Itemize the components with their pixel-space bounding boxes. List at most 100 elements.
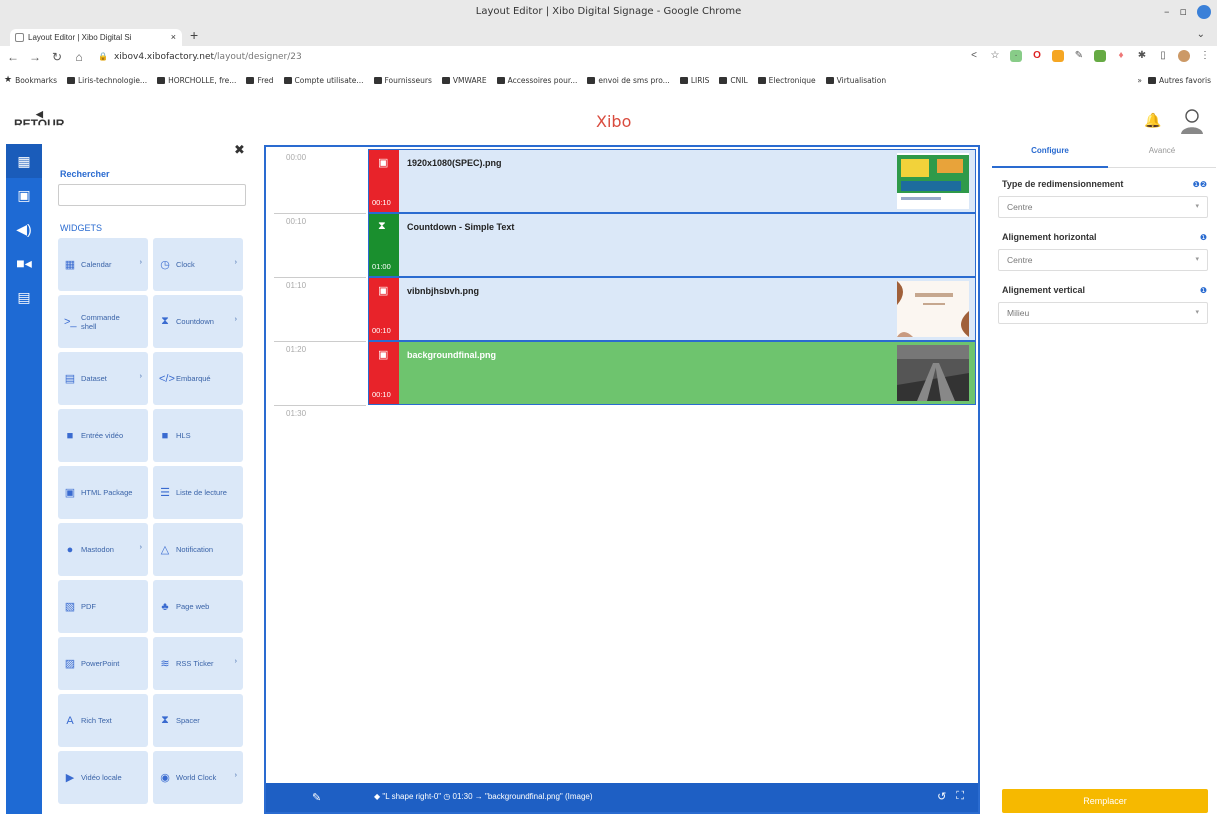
bookmark-item[interactable]: Electronique <box>757 76 816 85</box>
profile-icon[interactable] <box>1178 50 1190 62</box>
maximize-icon[interactable]: ▫ <box>1180 0 1187 24</box>
bookmark-item[interactable]: LIRIS <box>679 76 709 85</box>
bookmark-item[interactable]: CNIL <box>719 76 748 85</box>
timeline-widget-row[interactable]: ⧗ 01:00 Countdown - Simple Text <box>368 213 976 277</box>
video-tab-icon[interactable]: ■◂ <box>6 246 42 280</box>
audio-tab-icon[interactable]: ◀) <box>6 212 42 246</box>
edit-pencil-icon[interactable]: ✎ <box>312 791 321 804</box>
help-icon[interactable]: ❶ <box>1200 233 1207 242</box>
timeline-widget-row[interactable]: ▣ 00:10 vibnbjhsbvh.png <box>368 277 976 341</box>
widget-card[interactable]: ▨ PowerPoint <box>58 637 148 690</box>
bookmark-item[interactable]: VMWARE <box>441 76 487 85</box>
chevron-right-icon[interactable]: › <box>140 544 142 551</box>
timeline-widget-row[interactable]: ▣ 00:10 1920x1080(SPEC).png <box>368 149 976 213</box>
opera-extension-icon[interactable]: O <box>1031 50 1043 62</box>
pen-extension-icon[interactable]: ✎ <box>1073 50 1085 62</box>
bookmark-label: Virtualisation <box>836 76 887 85</box>
search-label: Rechercher <box>60 169 110 179</box>
bookmarks-label[interactable]: ★ Bookmarks <box>4 76 57 86</box>
menu-dots-icon[interactable]: ⋮ <box>1199 50 1211 62</box>
widget-card[interactable]: ▦ Calendar › <box>58 238 148 291</box>
user-avatar-icon[interactable] <box>1180 108 1204 134</box>
forward-arrow-icon[interactable]: → <box>26 50 44 64</box>
puzzle-icon[interactable]: ✱ <box>1136 50 1148 62</box>
bookmarks-more-button[interactable]: » <box>1137 76 1142 85</box>
library-tab-icon[interactable]: ▤ <box>6 280 42 314</box>
tab-close-icon[interactable]: × <box>171 29 176 46</box>
extension-icon[interactable] <box>1094 50 1106 62</box>
bookmark-item[interactable]: envoi de sms pro... <box>587 76 670 85</box>
widget-card[interactable]: ♣ Page web <box>153 580 243 633</box>
chevron-right-icon[interactable]: › <box>235 658 237 665</box>
chevron-right-icon[interactable]: › <box>140 373 142 380</box>
chevron-right-icon[interactable]: › <box>140 259 142 266</box>
widget-card[interactable]: ☰ Liste de lecture <box>153 466 243 519</box>
extension-icon[interactable]: · <box>1010 50 1022 62</box>
bookmark-item[interactable]: Liris-technologie... <box>66 76 147 85</box>
scaling-type-select[interactable]: Centre ▾ <box>998 196 1208 218</box>
widget-card[interactable]: ▤ Dataset › <box>58 352 148 405</box>
url-field[interactable]: 🔒 xibov4.xibofactory.net/layout/designer/… <box>98 52 302 62</box>
bookmark-item[interactable]: Accessoires pour... <box>496 76 577 85</box>
widget-card[interactable]: ◷ Clock › <box>153 238 243 291</box>
sidepanel-icon[interactable]: ▯ <box>1157 50 1169 62</box>
chevron-right-icon[interactable]: › <box>235 259 237 266</box>
widget-card[interactable]: ≋ RSS Ticker › <box>153 637 243 690</box>
undo-icon[interactable]: ↺ <box>937 790 946 803</box>
widget-card[interactable]: ■ HLS <box>153 409 243 462</box>
timeline-widget-row-selected[interactable]: ▣ 00:10 backgroundfinal.png <box>368 341 976 405</box>
widget-card[interactable]: ⧗ Spacer <box>153 694 243 747</box>
widget-card[interactable]: △ Notification <box>153 523 243 576</box>
widget-card[interactable]: </> Embarqué <box>153 352 243 405</box>
bookmark-item[interactable]: Fournisseurs <box>373 76 432 85</box>
bookmark-item[interactable]: HORCHOLLE, fre... <box>157 76 236 85</box>
bookmark-item[interactable]: Compte utilisate... <box>283 76 364 85</box>
bookmark-item[interactable]: Virtualisation <box>825 76 887 85</box>
widget-card[interactable]: >_ Commande shell <box>58 295 148 348</box>
notification-bell-icon[interactable]: 🔔 <box>1144 112 1161 129</box>
widget-card[interactable]: ■ Entrée vidéo <box>58 409 148 462</box>
other-bookmarks-folder[interactable]: Autres favoris <box>1148 76 1211 85</box>
images-tab-icon[interactable]: ▣ <box>6 178 42 212</box>
search-input[interactable] <box>58 184 246 206</box>
widget-card[interactable]: ▣ HTML Package <box>58 466 148 519</box>
fox-extension-icon[interactable]: ♦ <box>1115 50 1127 62</box>
replace-button[interactable]: Remplacer <box>1002 789 1208 813</box>
bookmark-item[interactable]: Fred <box>246 76 274 85</box>
widget-label: Embarqué <box>176 374 211 383</box>
tab-advanced[interactable]: Avancé <box>1108 146 1216 168</box>
widget-card[interactable]: ◉ World Clock › <box>153 751 243 804</box>
help-icon[interactable]: ❶❷ <box>1193 180 1207 189</box>
widget-card[interactable]: A Rich Text <box>58 694 148 747</box>
minimize-icon[interactable]: – <box>1164 0 1170 24</box>
home-icon[interactable]: ⌂ <box>70 50 88 64</box>
bookmark-label: Compte utilisate... <box>294 76 364 85</box>
widget-card[interactable]: ▧ PDF <box>58 580 148 633</box>
bookmark-star-icon[interactable]: ☆ <box>989 50 1001 62</box>
widget-label: Calendar <box>81 260 112 269</box>
extension-icon[interactable] <box>1052 50 1064 62</box>
widget-card[interactable]: ⧗ Countdown › <box>153 295 243 348</box>
widget-card[interactable]: ▶ Vidéo locale <box>58 751 148 804</box>
powerpoint-icon: ▨ <box>64 658 76 670</box>
back-button[interactable]: ◀ RETOUR <box>14 108 64 130</box>
browser-tab[interactable]: Layout Editor | Xibo Digital Si × <box>10 29 182 46</box>
chevron-right-icon[interactable]: › <box>235 772 237 779</box>
close-window-icon[interactable] <box>1197 5 1211 19</box>
horizontal-align-select[interactable]: Centre ▾ <box>998 249 1208 271</box>
vertical-align-select[interactable]: Milieu ▾ <box>998 302 1208 324</box>
reload-icon[interactable]: ↻ <box>48 50 66 64</box>
expand-icon[interactable]: ⛶ <box>956 790 964 803</box>
chevron-right-icon[interactable]: › <box>235 316 237 323</box>
widget-card[interactable]: ● Mastodon › <box>58 523 148 576</box>
folder-icon <box>283 77 292 84</box>
tab-configure[interactable]: Configure <box>992 146 1108 168</box>
tab-search-icon[interactable]: ⌄ <box>1197 29 1205 40</box>
back-arrow-icon[interactable]: ← <box>4 50 22 64</box>
new-tab-button[interactable]: + <box>190 27 198 43</box>
tab-bar: Layout Editor | Xibo Digital Si × + ⌄ <box>0 24 1217 46</box>
share-icon[interactable]: < <box>968 50 980 62</box>
widgets-tab-icon[interactable]: ▦ <box>6 144 42 178</box>
close-panel-icon[interactable]: ✖ <box>234 142 245 158</box>
help-icon[interactable]: ❶ <box>1200 286 1207 295</box>
